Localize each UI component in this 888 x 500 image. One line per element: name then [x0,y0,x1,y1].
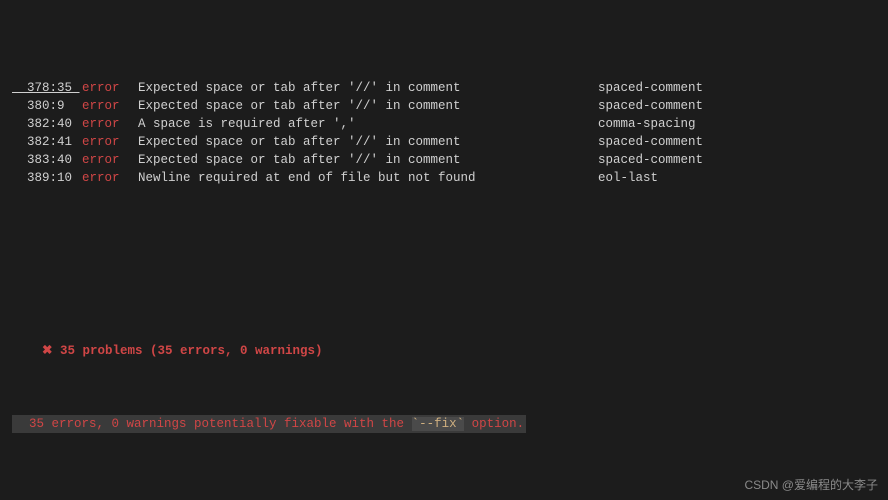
error-location: 378:35 [12,79,82,97]
error-location: 389:10 [12,169,82,187]
error-rule: spaced-comment [598,99,703,113]
error-message: Expected space or tab after '//' in comm… [138,133,598,151]
error-message: Expected space or tab after '//' in comm… [138,79,598,97]
x-icon: ✖ [42,344,52,358]
error-rule: spaced-comment [598,153,703,167]
eslint-error-row: 378:35 errorExpected space or tab after … [12,79,876,97]
terminal-output: 378:35 errorExpected space or tab after … [0,0,888,500]
watermark: CSDN @爱编程的大李子 [744,477,878,494]
eslint-error-row: 389:10 errorNewline required at end of f… [12,169,876,187]
error-location: 382:41 [12,133,82,151]
eslint-error-list: 378:35 errorExpected space or tab after … [12,79,876,188]
error-rule: spaced-comment [598,135,703,149]
eslint-fixable-hint: 35 errors, 0 warnings potentially fixabl… [12,415,876,433]
error-message: Expected space or tab after '//' in comm… [138,97,598,115]
error-level: error [82,151,138,169]
eslint-error-row: 382:40 errorA space is required after ',… [12,115,876,133]
eslint-error-row: 382:41 errorExpected space or tab after … [12,133,876,151]
error-message: A space is required after ',' [138,115,598,133]
summary-text: 35 problems (35 errors, 0 warnings) [60,344,323,358]
fixable-pre: 35 errors, 0 warnings potentially fixabl… [14,417,412,431]
fixable-post: option. [464,417,524,431]
error-location: 380:9 [12,97,82,115]
eslint-error-row: 380:9 errorExpected space or tab after '… [12,97,876,115]
error-rule: eol-last [598,171,658,185]
error-level: error [82,133,138,151]
eslint-summary: ✖ 35 problems (35 errors, 0 warnings) [12,324,876,378]
error-level: error [82,79,138,97]
error-level: error [82,115,138,133]
eslint-error-row: 383:40 errorExpected space or tab after … [12,151,876,169]
fixable-flag: `--fix` [412,417,465,431]
error-level: error [82,169,138,187]
error-location: 382:40 [12,115,82,133]
error-message: Expected space or tab after '//' in comm… [138,151,598,169]
error-rule: spaced-comment [598,81,703,95]
error-location: 383:40 [12,151,82,169]
error-rule: comma-spacing [598,117,696,131]
error-message: Newline required at end of file but not … [138,169,598,187]
error-level: error [82,97,138,115]
